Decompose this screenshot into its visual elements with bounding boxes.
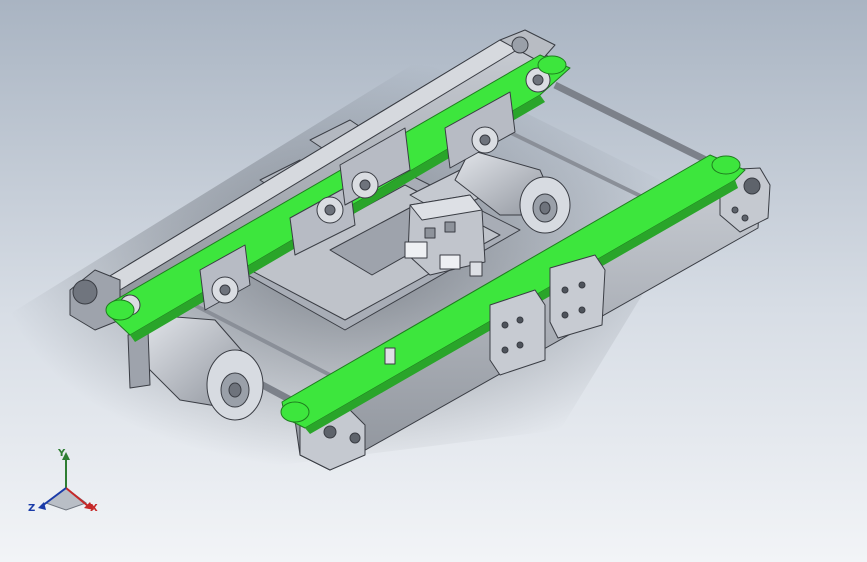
cad-viewport[interactable] [0, 0, 867, 562]
triad-y-label: Y [58, 448, 66, 459]
triad-labels: Y X Z [26, 448, 106, 520]
triad-x-label: X [90, 503, 98, 514]
triad-z-label: Z [28, 503, 36, 514]
